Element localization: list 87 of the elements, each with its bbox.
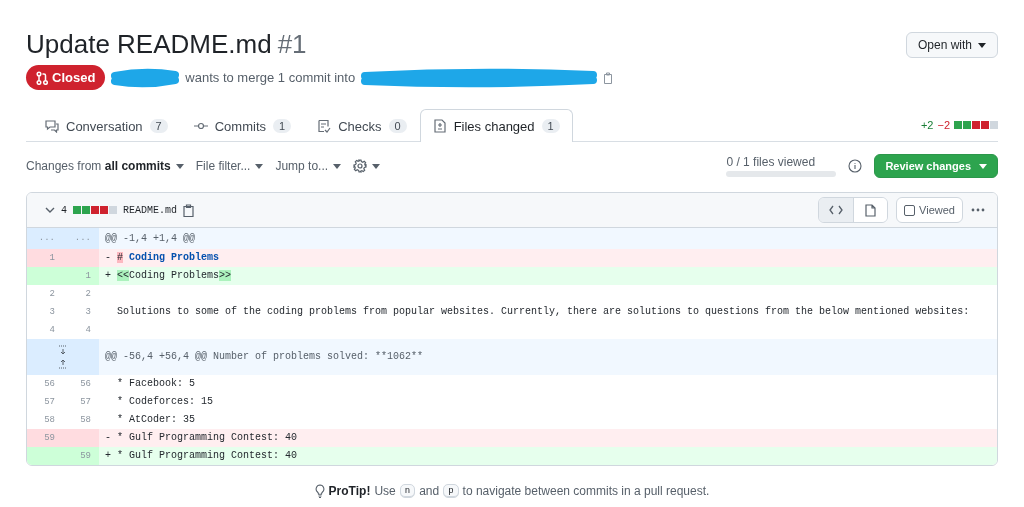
line-number: 58 bbox=[43, 414, 56, 427]
caret-icon bbox=[979, 163, 987, 169]
line-number: 57 bbox=[43, 396, 56, 409]
clipboard-icon[interactable] bbox=[183, 203, 195, 217]
code-line: Solutions to some of the coding problems from popular websites. Currently, there are solutions to questions from the below mentioned websites: bbox=[117, 306, 970, 317]
diff-sign: - bbox=[105, 251, 112, 265]
line-number: ... bbox=[63, 228, 99, 249]
protip-text: to navigate between commits in a pull request. bbox=[462, 484, 710, 498]
code-line: * Facebook: 5 bbox=[117, 378, 195, 389]
merge-text: wants to merge 1 commit into bbox=[185, 70, 356, 85]
status-badge: Closed bbox=[26, 65, 106, 90]
line-number: 59 bbox=[63, 447, 99, 465]
code-line: * Gulf Programming Contest: 40 bbox=[117, 450, 298, 461]
pull-request-icon bbox=[36, 70, 48, 85]
more-options-icon[interactable] bbox=[971, 208, 985, 212]
hunk-header: @@ -56,4 +56,4 @@ Number of problems solved: **1062** bbox=[105, 351, 424, 362]
keyboard-key: p bbox=[443, 484, 459, 498]
tab-counter: 1 bbox=[541, 119, 560, 133]
deletions-count: −2 bbox=[937, 119, 950, 131]
settings-icon bbox=[353, 159, 368, 173]
additions-count: +2 bbox=[920, 119, 934, 131]
pr-number: #1 bbox=[277, 29, 307, 59]
light-bulb-icon bbox=[314, 484, 325, 498]
line-number: ... bbox=[27, 228, 63, 249]
tab[interactable]: Files changed 1 bbox=[419, 109, 573, 142]
files-viewed-text: 0 / 1 files viewed bbox=[726, 155, 817, 169]
protip-text: Use bbox=[374, 484, 396, 498]
protip-text: and bbox=[419, 484, 440, 498]
tab-counter: 1 bbox=[273, 119, 292, 133]
line-number: 1 bbox=[27, 249, 63, 267]
code-line: * Gulf Programming Contest: 40 bbox=[117, 432, 298, 443]
line-number: 2 bbox=[48, 288, 56, 301]
file-name: README.md bbox=[123, 204, 178, 216]
line-number: 57 bbox=[79, 396, 92, 409]
line-number: 4 bbox=[48, 324, 56, 337]
rich-view-button[interactable] bbox=[853, 198, 888, 222]
line-number: 3 bbox=[48, 306, 56, 319]
caret-icon bbox=[333, 163, 342, 169]
protip-label: ProTip! bbox=[328, 484, 371, 498]
viewed-checkbox[interactable]: Viewed bbox=[896, 197, 963, 223]
dropdown-menu[interactable]: Jump to... bbox=[275, 159, 342, 173]
caret-icon bbox=[175, 163, 184, 169]
gutter-cell bbox=[27, 267, 63, 285]
hunk-header: @@ -1,4 +1,4 @@ bbox=[105, 233, 195, 244]
changes-menu[interactable]: Changes from all commits bbox=[26, 159, 184, 173]
line-number: 59 bbox=[27, 429, 63, 447]
line-number: 56 bbox=[43, 378, 56, 391]
tab[interactable]: Conversation 7 bbox=[32, 109, 181, 142]
gutter-cell bbox=[27, 447, 63, 465]
settings-menu[interactable] bbox=[353, 159, 381, 173]
line-number: 3 bbox=[84, 306, 92, 319]
chevron-down-icon[interactable] bbox=[45, 205, 55, 215]
line-number: 1 bbox=[63, 267, 99, 285]
caret-icon bbox=[372, 163, 381, 169]
gutter-cell bbox=[63, 429, 99, 447]
tab[interactable]: Commits 1 bbox=[180, 109, 305, 142]
checklist-icon bbox=[317, 119, 332, 133]
file-diff-icon bbox=[432, 119, 447, 133]
code-line: * Codeforces: 15 bbox=[117, 396, 213, 407]
code-line: # Coding Problems bbox=[117, 252, 220, 263]
pr-title: Update README.md bbox=[26, 29, 272, 59]
caret-icon bbox=[255, 163, 264, 169]
conversation-icon bbox=[45, 119, 59, 133]
diff-sign: - bbox=[105, 431, 112, 445]
open-with-button[interactable]: Open with bbox=[905, 32, 998, 58]
line-number: 56 bbox=[79, 378, 92, 391]
code-line: <<Coding Problems>> bbox=[117, 270, 232, 281]
tab-counter: 7 bbox=[149, 119, 168, 133]
caret-icon bbox=[978, 42, 986, 48]
info-icon bbox=[848, 159, 863, 173]
tab[interactable]: Checks 0 bbox=[304, 109, 420, 142]
tab-counter: 0 bbox=[388, 119, 407, 133]
copy-icon bbox=[603, 71, 614, 84]
code-icon bbox=[829, 205, 844, 215]
file-icon bbox=[865, 203, 877, 217]
code-line: * AtCoder: 35 bbox=[117, 414, 195, 425]
diff-sign: + bbox=[105, 449, 112, 463]
source-view-button[interactable] bbox=[819, 198, 854, 222]
line-number: 4 bbox=[84, 324, 92, 337]
gutter-cell bbox=[63, 249, 99, 267]
line-number: 2 bbox=[84, 288, 92, 301]
keyboard-key: n bbox=[399, 484, 416, 498]
dropdown-menu[interactable]: File filter... bbox=[195, 159, 264, 173]
diff-sign: + bbox=[105, 269, 112, 283]
line-number: 58 bbox=[79, 414, 92, 427]
change-count: 4 bbox=[61, 204, 67, 216]
expand-arrows-icon bbox=[58, 344, 68, 370]
